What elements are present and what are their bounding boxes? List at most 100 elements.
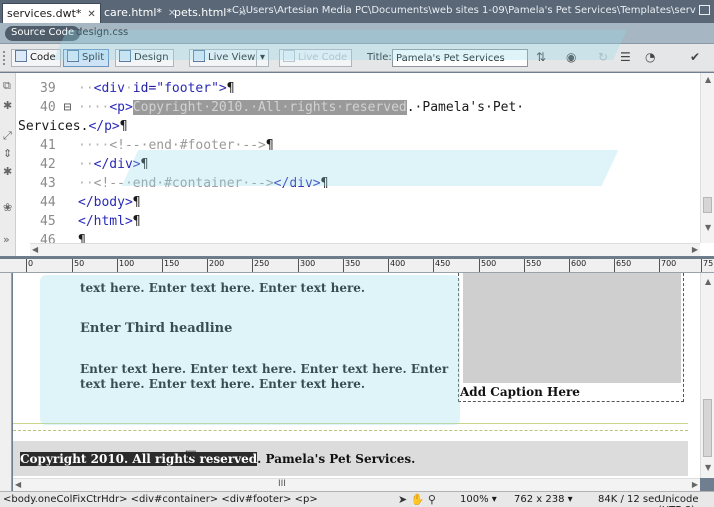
- image-placeholder[interactable]: [463, 273, 681, 383]
- expand-all-icon[interactable]: ⇕: [3, 147, 12, 160]
- hand-tool-icon[interactable]: ✋: [411, 493, 425, 506]
- live-view-button[interactable]: Live View: [189, 49, 261, 67]
- ruler-tick: 0: [25, 259, 34, 272]
- tag-selector[interactable]: <body.oneColFixCtrHdr> <div#container> <…: [3, 494, 318, 505]
- line-number: 41: [40, 138, 56, 153]
- layout-guide: [13, 423, 688, 424]
- expand-toolbar-icon[interactable]: »: [3, 233, 10, 246]
- code-view-label: Code: [30, 52, 56, 63]
- design-view-button[interactable]: Design: [115, 49, 174, 67]
- footer-region[interactable]: Copyright 2010. All rights reserved. Pam…: [13, 441, 688, 476]
- view-options-icon[interactable]: ☰: [620, 50, 631, 64]
- title-input[interactable]: [392, 49, 528, 67]
- zoom-tool-icon[interactable]: ⚲: [428, 493, 436, 506]
- preview-browser-icon[interactable]: ◉: [566, 50, 576, 64]
- body-paragraph[interactable]: text here. Enter text here. Enter text h…: [80, 281, 365, 295]
- related-files-bar: Source Code design.css: [0, 23, 714, 44]
- scroll-down-icon[interactable]: ▼: [705, 463, 711, 472]
- design-view[interactable]: text here. Enter text here. Enter text h…: [13, 273, 700, 478]
- code-line: 41 ····<!--·end·#footer·-->¶: [18, 136, 524, 155]
- live-code-icon: [283, 50, 295, 62]
- code-line: 42 ··</div>¶: [18, 155, 524, 174]
- ruler-tick: 150: [161, 259, 180, 272]
- select-tool-icon[interactable]: ➤: [398, 493, 407, 506]
- toolbar-grip[interactable]: [3, 51, 6, 65]
- ruler-tick: 550: [523, 259, 542, 272]
- scroll-down-icon[interactable]: ▼: [705, 223, 711, 232]
- window-size-value: 762 x 238: [514, 494, 565, 505]
- apply-comment-icon[interactable]: ❀: [3, 201, 12, 214]
- scroll-thumb[interactable]: [703, 399, 712, 457]
- live-code-button[interactable]: Live Code: [279, 49, 353, 67]
- split-view-button[interactable]: Split: [63, 49, 110, 67]
- ruler-tick: 50: [71, 259, 85, 272]
- encoding: Unicode (UTF-8): [658, 494, 699, 507]
- line-number-text: 40: [40, 100, 56, 115]
- live-view-dropdown[interactable]: ▾: [256, 49, 270, 67]
- select-parent-tag-icon[interactable]: ✱: [3, 165, 12, 178]
- pilcrow: ¶: [265, 138, 274, 153]
- footer-text[interactable]: Copyright 2010. All rights reserved. Pam…: [20, 452, 415, 466]
- live-view-icon: [193, 50, 205, 62]
- code-horizontal-scrollbar[interactable]: ◀ ▶: [30, 243, 700, 256]
- zoom-value: 100%: [460, 494, 489, 505]
- code-view[interactable]: ⧉ ✱ ⤢ ⇕ ✱ ❀ » 39 ··<div·id="footer">¶ 40 ⊟…: [0, 73, 714, 256]
- code-view-button[interactable]: Code: [11, 49, 61, 67]
- ruler-tick: 250: [251, 259, 270, 272]
- pilcrow: ¶: [132, 214, 141, 229]
- scroll-left-icon[interactable]: ◀: [32, 245, 38, 254]
- code-vertical-scrollbar[interactable]: ▲ ▼: [700, 73, 714, 243]
- scroll-right-icon[interactable]: ▶: [692, 480, 698, 489]
- zoom-select[interactable]: 100% ▾: [460, 494, 497, 505]
- scroll-right-icon[interactable]: ▶: [692, 245, 698, 254]
- code-text: .·Pamela's·Pet·: [406, 100, 525, 115]
- selected-code: Copyright·2010.·All·rights·reserved: [132, 100, 407, 115]
- pilcrow: ¶: [140, 157, 149, 172]
- footer-rest-text: . Pamela's Pet Services.: [257, 452, 416, 466]
- code-line: 44 </body>¶: [18, 193, 524, 212]
- image-placeholder-box[interactable]: Add Caption Here: [458, 273, 684, 402]
- ruler-tick: 600: [568, 259, 587, 272]
- collapse-selection-icon[interactable]: ⤢: [3, 129, 12, 143]
- check-page-icon[interactable]: ✔: [690, 50, 700, 64]
- chevron-down-icon: ▾: [567, 494, 573, 505]
- pilcrow: ¶: [226, 81, 235, 96]
- line-number: 45: [40, 214, 56, 229]
- close-icon[interactable]: ✕: [87, 9, 95, 20]
- line-number: 43: [40, 176, 56, 191]
- fold-icon[interactable]: ⊟: [56, 100, 71, 115]
- open-documents-icon[interactable]: ⧉: [3, 79, 11, 93]
- visual-aids-icon[interactable]: ◔: [645, 50, 655, 64]
- download-size: 84K / 12 sec: [598, 494, 660, 505]
- split-view-label: Split: [82, 52, 105, 63]
- horizontal-ruler: 0 50 100 150 200 250 300 350 400 450 500…: [0, 257, 714, 273]
- image-caption[interactable]: Add Caption Here: [460, 385, 580, 399]
- code-line: 39 ··<div·id="footer">¶: [18, 79, 524, 98]
- design-horizontal-scrollbar[interactable]: ◀ III ▶: [13, 478, 700, 491]
- ruler-tick: 450: [432, 259, 451, 272]
- related-file-design-css[interactable]: design.css: [76, 27, 128, 38]
- restore-window-icon[interactable]: [699, 5, 710, 15]
- code-editor[interactable]: 39 ··<div·id="footer">¶ 40 ⊟ ····<p>Copyrig…: [18, 79, 524, 250]
- refresh-icon[interactable]: ↻: [598, 50, 608, 64]
- document-toolbar: Code Split Design Live View ▾ Live Code …: [0, 44, 714, 72]
- scroll-grip: III: [278, 479, 286, 489]
- code-line: Services.</p>¶: [18, 119, 128, 134]
- body-paragraph[interactable]: Enter text here. Enter text here. Enter …: [80, 362, 455, 392]
- title-label: Title:: [367, 52, 392, 63]
- scroll-up-icon[interactable]: ▲: [705, 75, 711, 84]
- chevron-down-icon: ▾: [260, 52, 266, 63]
- scroll-up-icon[interactable]: ▲: [705, 277, 711, 286]
- file-management-icon[interactable]: ⇅: [536, 50, 546, 64]
- collapse-tag-icon[interactable]: ✱: [3, 99, 12, 112]
- tab-care-html[interactable]: care.html* ✕: [100, 3, 180, 23]
- scroll-thumb[interactable]: [703, 197, 712, 213]
- tab-services-dwt[interactable]: services.dwt* ✕: [2, 3, 101, 23]
- design-vertical-scrollbar[interactable]: ▲ ▼: [700, 273, 714, 478]
- third-headline[interactable]: Enter Third headline: [80, 321, 232, 336]
- source-code-button[interactable]: Source Code: [5, 26, 81, 41]
- code-line: 45 </html>¶: [18, 212, 524, 231]
- window-size-select[interactable]: 762 x 238 ▾: [514, 494, 573, 505]
- scroll-left-icon[interactable]: ◀: [15, 480, 21, 489]
- pilcrow: ¶: [119, 119, 128, 134]
